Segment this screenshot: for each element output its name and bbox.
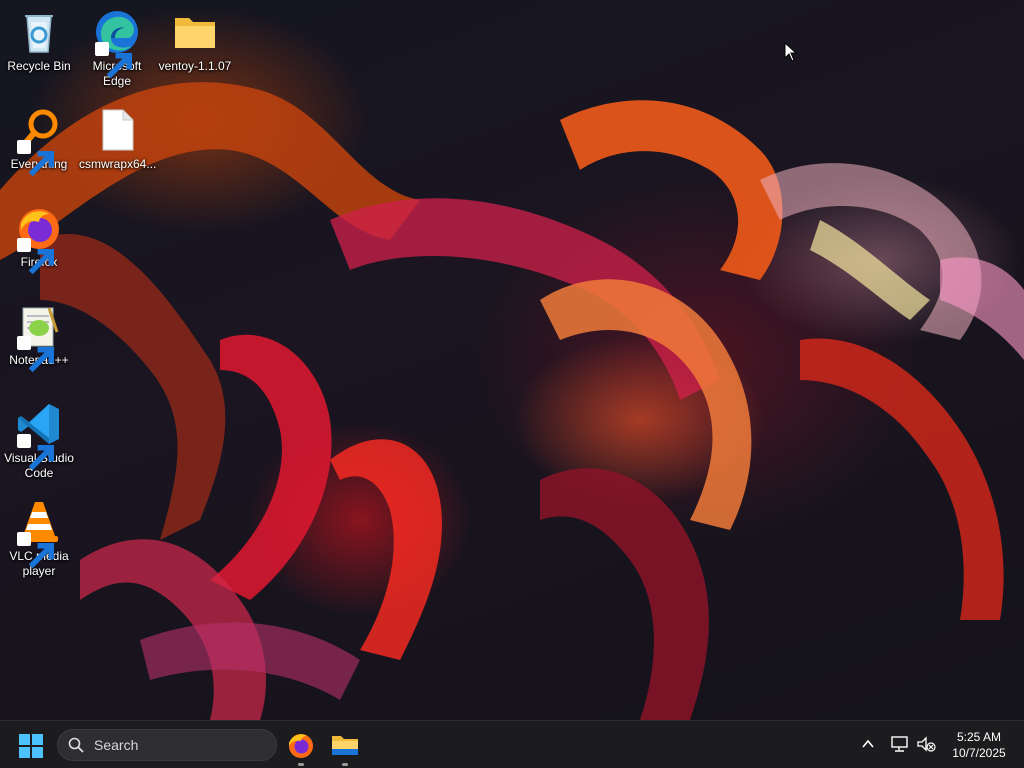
desktop-icon-label: Recycle Bin [7, 59, 71, 73]
shortcut-arrow-icon [95, 42, 133, 79]
shortcut-arrow-icon [17, 434, 55, 471]
desktop-icon-vlc[interactable]: VLC media player [1, 498, 77, 579]
desktop-icon-everything[interactable]: Everything [1, 106, 77, 177]
shortcut-arrow-icon [17, 532, 55, 569]
desktop-icon-csmwrapx64[interactable]: csmwrapx64... [79, 106, 157, 172]
mouse-cursor-icon [784, 42, 798, 62]
desktop-icon-label: ventoy-1.1.07 [158, 59, 232, 73]
file-explorer-icon [332, 736, 358, 755]
desktop-icon-ventoy-folder[interactable]: ventoy-1.1.07 [157, 8, 233, 74]
desktop-icon-firefox[interactable]: Firefox [1, 204, 77, 275]
taskbar-app-firefox[interactable] [285, 729, 317, 766]
shortcut-arrow-icon [17, 238, 55, 275]
desktop-icon-recycle-bin[interactable]: Recycle Bin [1, 8, 77, 74]
vlc-icon [15, 498, 63, 569]
clock-time: 5:25 AM [956, 730, 1002, 744]
taskbar-search-box[interactable]: Search [57, 729, 277, 761]
firefox-icon [289, 734, 313, 758]
running-indicator [342, 763, 348, 766]
desktop-icon-microsoft-edge[interactable]: Microsoft Edge [79, 8, 155, 89]
desktop-icon-label: csmwrapx64... [79, 157, 157, 171]
recycle-bin-icon [15, 8, 63, 56]
taskbar: Search 5:25 AM 10/7/2025 [0, 720, 1024, 768]
clock-date: 10/7/2025 [952, 746, 1006, 760]
network-icon[interactable] [890, 735, 910, 753]
shortcut-arrow-icon [17, 140, 55, 177]
start-button[interactable] [18, 733, 44, 759]
file-icon [93, 106, 141, 154]
taskbar-app-file-explorer[interactable] [329, 729, 361, 766]
edge-icon [93, 8, 141, 79]
desktop-icon-notepadpp[interactable]: Notepad++ [1, 302, 77, 373]
volume-muted-icon[interactable] [916, 735, 936, 753]
firefox-icon [15, 204, 63, 275]
shortcut-arrow-icon [17, 336, 55, 373]
desktop-icon-vscode[interactable]: Visual Studio Code [1, 400, 77, 481]
folder-icon [171, 8, 219, 56]
desktop[interactable]: Recycle Bin Microsoft Edge ventoy-1.1.07… [0, 0, 1024, 720]
running-indicator [298, 763, 304, 766]
everything-search-icon [15, 106, 63, 177]
notepadpp-icon [15, 302, 63, 373]
show-hidden-icons-chevron-icon[interactable] [860, 736, 876, 752]
vscode-icon [15, 400, 63, 471]
system-clock[interactable]: 5:25 AM 10/7/2025 [944, 729, 1014, 761]
windows-logo-icon [19, 734, 43, 758]
search-icon [68, 737, 84, 753]
search-label: Search [94, 737, 139, 753]
